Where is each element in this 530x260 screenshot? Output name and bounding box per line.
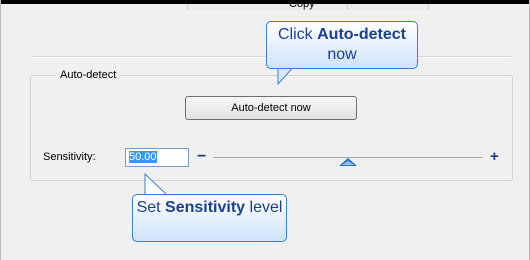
auto-detect-group-title: Auto-detect xyxy=(56,69,121,82)
callout-2-bold: Sensitivity xyxy=(165,199,246,216)
callout-1-bold: Auto-detect xyxy=(317,26,406,43)
callout-2-pre: Set xyxy=(136,199,166,216)
sensitivity-label: Sensitivity: xyxy=(43,151,96,163)
auto-detect-groupbox xyxy=(30,75,513,181)
adjacent-cell xyxy=(347,4,429,10)
callout-2-post: level xyxy=(245,199,283,216)
callout-1-pre: Click xyxy=(278,26,318,43)
callout-pointer-2 xyxy=(144,172,169,196)
callout-sensitivity: Set Sensitivity level xyxy=(132,194,287,242)
sensitivity-increase-button[interactable]: + xyxy=(490,149,499,164)
auto-detect-now-button[interactable]: Auto-detect now xyxy=(185,96,357,120)
sensitivity-input[interactable]: 50.00 xyxy=(125,148,189,167)
sensitivity-decrease-button[interactable]: − xyxy=(197,149,206,165)
copy-cell xyxy=(187,4,349,10)
sensitivity-value: 50.00 xyxy=(129,151,157,163)
callout-auto-detect: Click Auto-detect now xyxy=(266,21,418,69)
callout-1-post: now xyxy=(327,46,357,63)
slider-thumb-highlight xyxy=(342,161,354,165)
